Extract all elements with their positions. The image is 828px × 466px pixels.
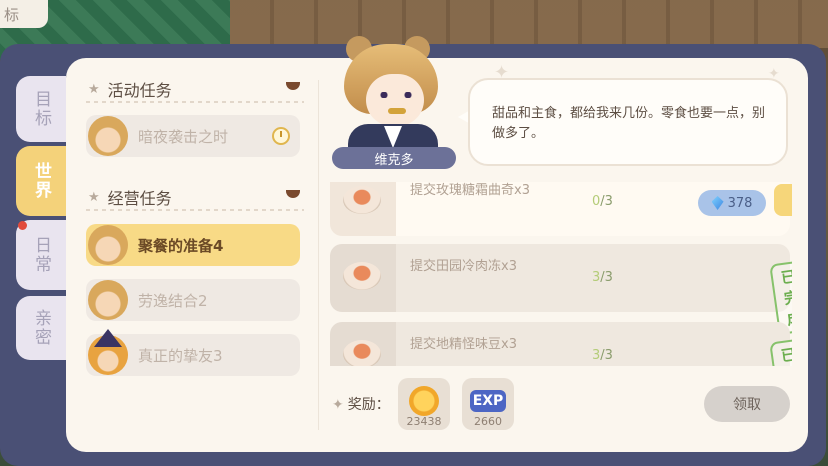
task-name: 提交玫瑰糖霜曲奇x3 <box>410 183 530 198</box>
notification-dot <box>18 221 27 230</box>
gem-cost-value: 378 <box>727 195 753 211</box>
task-thumb <box>330 182 396 236</box>
quest-avatar <box>88 116 128 156</box>
task-card: 提交田园冷肉冻x3 3/3 已完成 <box>330 244 792 336</box>
task-list[interactable]: 提交玫瑰糖霜曲奇x3 0/3 378 提交田园冷肉冻x3 3/3 已完成 提交地… <box>330 182 792 366</box>
reward-coin[interactable]: 23438 <box>398 378 450 430</box>
gem-cost-button[interactable]: 378 <box>698 190 766 216</box>
reward-exp[interactable]: EXP 2660 <box>462 378 514 430</box>
quest-label: 真正的挚友3 <box>138 346 223 365</box>
task-card: 提交地精怪味豆x3 3/3 已完成 <box>330 322 792 366</box>
event-quests-header: ★ 活动任务 <box>88 77 172 101</box>
star-icon: ★ <box>88 81 100 97</box>
star-icon: ★ <box>88 189 100 205</box>
completed-stamp: 已完成 <box>769 337 792 366</box>
go-button[interactable] <box>774 184 792 216</box>
npc-dialogue-text: 甜品和主食，都给我来几份。零食也要一点，别做多了。 <box>492 106 766 141</box>
quest-item-work-life[interactable]: 劳逸结合2 <box>86 279 300 321</box>
meat-dish-icon <box>343 262 381 290</box>
section-divider <box>86 209 304 211</box>
task-progress: 0/3 <box>592 194 613 209</box>
quest-item-dinner-prep[interactable]: 聚餐的准备4 <box>86 224 300 266</box>
task-progress: 3/3 <box>592 270 613 285</box>
npc-dialogue-bubble: 甜品和主食，都给我来几份。零食也要一点，别做多了。 <box>468 78 788 166</box>
corner-tab[interactable]: 标 <box>0 0 48 28</box>
npc-name-tag: 维克多 <box>332 147 456 169</box>
business-quests-title: 经营任务 <box>107 189 172 208</box>
quest-avatar <box>88 329 128 375</box>
reward-amount: 2660 <box>474 415 502 428</box>
task-name: 提交地精怪味豆x3 <box>410 337 517 352</box>
column-divider <box>318 80 319 430</box>
sparkle-icon: ✦ <box>768 66 780 82</box>
task-progress: 3/3 <box>592 348 613 363</box>
event-quests-title: 活动任务 <box>107 81 172 100</box>
quest-label: 暗夜袭击之时 <box>138 127 229 146</box>
task-thumb <box>330 244 396 312</box>
beans-dish-icon <box>343 340 381 366</box>
quest-avatar <box>88 225 128 265</box>
clock-icon <box>272 127 290 145</box>
claim-button[interactable]: 领取 <box>704 386 790 422</box>
coin-icon <box>409 386 439 416</box>
reward-amount: 23438 <box>406 415 442 428</box>
shop-wall <box>230 0 828 48</box>
task-card: 提交玫瑰糖霜曲奇x3 0/3 378 <box>330 182 792 236</box>
cookie-dish-icon <box>343 186 381 214</box>
task-name: 提交田园冷肉冻x3 <box>410 259 517 274</box>
quest-avatar <box>88 280 128 320</box>
section-divider <box>86 101 304 103</box>
plus-icon: ✦ <box>332 397 344 413</box>
tab-world[interactable]: 世界 <box>16 146 66 216</box>
tab-daily[interactable]: 日常 <box>16 220 66 290</box>
tab-intimacy[interactable]: 亲密 <box>16 296 66 360</box>
reward-label: ✦ 奖励： <box>332 397 390 413</box>
task-thumb <box>330 322 396 366</box>
quest-item-night-raid[interactable]: 暗夜袭击之时 <box>86 115 300 157</box>
tab-goal[interactable]: 目标 <box>16 76 66 142</box>
quest-label: 聚餐的准备4 <box>138 236 224 255</box>
business-quests-header: ★ 经营任务 <box>88 185 172 209</box>
quest-item-true-friend[interactable]: 真正的挚友3 <box>86 329 300 376</box>
npc-portrait <box>336 30 448 158</box>
quest-label: 劳逸结合2 <box>138 291 208 310</box>
sparkle-icon: ✦ <box>494 62 510 83</box>
gem-icon <box>711 196 724 210</box>
exp-icon: EXP <box>470 390 506 412</box>
